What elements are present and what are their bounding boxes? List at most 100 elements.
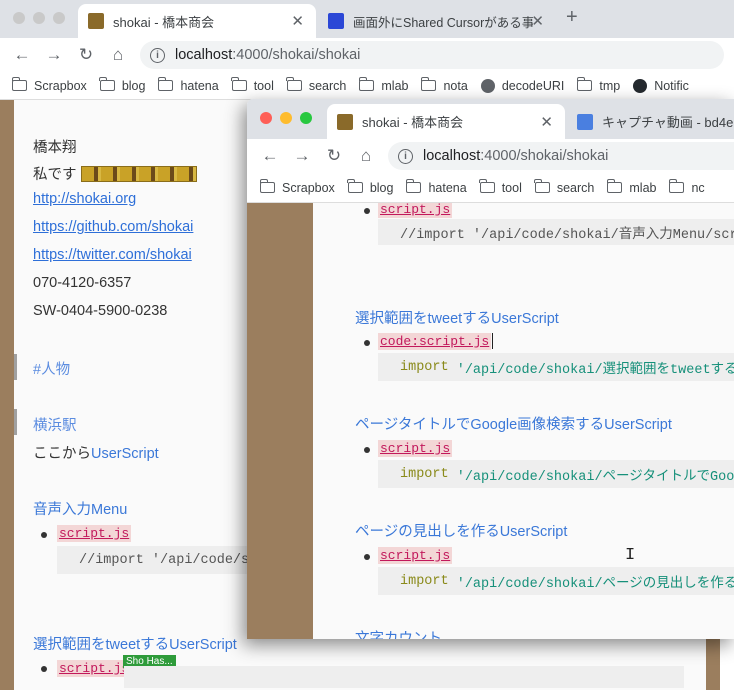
forward-arrow-icon[interactable]: → — [44, 45, 64, 65]
reload-icon[interactable]: ↻ — [76, 45, 96, 65]
tab-shokai[interactable]: shokai - 橋本商会 ✕ — [78, 4, 316, 38]
folder-icon — [606, 179, 623, 193]
line-marker — [14, 409, 17, 435]
bookmark-blog[interactable]: blog — [347, 179, 393, 195]
info-icon[interactable]: i — [150, 47, 165, 63]
back-arrow-icon[interactable]: ← — [260, 146, 280, 166]
bookmark-blog[interactable]: blog — [99, 77, 145, 93]
window-controls — [260, 112, 312, 124]
sw-number: SW-0404-5900-0238 — [33, 303, 168, 319]
close-window-button[interactable] — [260, 112, 272, 124]
minimize-window-button[interactable] — [280, 112, 292, 124]
bookmarks-bar: Scrapbox blog hatena tool search mlab nc — [247, 173, 734, 203]
bookmark-nota[interactable]: nota — [420, 77, 468, 93]
code-block[interactable]: //import '/api/code/s — [57, 546, 247, 574]
code-filename[interactable]: script.js — [57, 660, 132, 677]
bookmark-decodeuri[interactable]: decodeURI — [480, 78, 564, 93]
profile-name: 橋本翔 — [33, 140, 77, 156]
front-browser-window: shokai - 橋本商会 ✕ キャプチャ動画 - bd4e8b8 ← → ↻ … — [247, 99, 734, 639]
reload-icon[interactable]: ↻ — [324, 146, 344, 166]
tab-capture-video[interactable]: キャプチャ動画 - bd4e8b8 — [567, 104, 734, 139]
minimize-window-button[interactable] — [33, 12, 45, 24]
bookmark-mlab[interactable]: mlab — [358, 77, 408, 93]
code-block — [124, 666, 684, 688]
maximize-window-button[interactable] — [300, 112, 312, 124]
bookmark-tool[interactable]: tool — [479, 179, 522, 195]
shokai-favicon-icon — [88, 13, 104, 29]
address-bar[interactable]: i localhost:4000/shokai/shokai — [388, 142, 734, 170]
folder-icon — [358, 77, 375, 91]
new-tab-icon[interactable]: + — [566, 6, 578, 29]
section-title: ページタイトルでGoogle画像検索するUserScript — [355, 417, 672, 433]
bookmark-nc[interactable]: nc — [668, 179, 705, 195]
bookmark-hatena[interactable]: hatena — [157, 77, 219, 93]
close-tab-icon[interactable]: ✕ — [291, 12, 304, 30]
bookmark-mlab[interactable]: mlab — [606, 179, 656, 195]
browser-toolbar: ← → ↻ ⌂ i localhost:4000/shokai/shokai — [0, 38, 734, 72]
folder-icon — [668, 179, 685, 193]
info-icon[interactable]: i — [398, 148, 413, 164]
userscript-link[interactable]: UserScript — [91, 446, 159, 462]
code-filename[interactable]: script.js — [378, 203, 453, 218]
code-block[interactable]: import '/api/code/shokai/ページタイトルでGoog — [378, 460, 734, 488]
tag-link[interactable]: #人物 — [33, 362, 70, 378]
bullet — [364, 554, 370, 560]
bookmark-tmp[interactable]: tmp — [576, 77, 620, 93]
tab-title: 画面外にShared Cursorがある事を — [353, 15, 533, 30]
page-content: script.js //import '/api/code/shokai/音声入… — [247, 203, 734, 639]
address-bar[interactable]: i localhost:4000/shokai/shokai — [140, 41, 724, 69]
city-link[interactable]: 横浜駅 — [33, 418, 77, 434]
url-host: localhost — [175, 47, 233, 63]
code-block[interactable]: //import '/api/code/shokai/音声入力Menu/scr — [378, 219, 734, 245]
link-blog[interactable]: http://shokai.org — [33, 191, 136, 207]
shokai-favicon-icon — [337, 113, 353, 130]
bookmark-notific[interactable]: Notific — [633, 78, 689, 93]
folder-icon — [347, 179, 363, 193]
forward-arrow-icon[interactable]: → — [292, 146, 312, 166]
phone-number: 070-4120-6357 — [33, 275, 132, 291]
section-title: 文字カウント — [355, 631, 442, 639]
folder-icon — [286, 77, 302, 91]
bookmark-search[interactable]: search — [286, 77, 346, 93]
close-tab-icon[interactable]: ✕ — [531, 12, 544, 30]
bullet — [364, 208, 370, 214]
close-window-button[interactable] — [13, 12, 25, 24]
maximize-window-button[interactable] — [53, 12, 65, 24]
folder-icon — [99, 77, 115, 91]
globe-icon — [480, 78, 495, 93]
link-twitter[interactable]: https://twitter.com/shokai — [33, 247, 192, 263]
url-host: localhost — [423, 148, 481, 164]
bullet — [41, 532, 47, 538]
back-arrow-icon[interactable]: ← — [12, 45, 32, 65]
link-github[interactable]: https://github.com/shokai — [33, 219, 193, 235]
folder-icon — [231, 77, 247, 91]
tab-shared-cursor[interactable]: 画面外にShared Cursorがある事を ✕ — [318, 4, 556, 38]
line-marker — [14, 354, 17, 380]
folder-icon — [479, 179, 495, 193]
tab-title: キャプチャ動画 - bd4e8b8 — [602, 115, 734, 130]
code-filename[interactable]: script.js — [57, 525, 132, 542]
github-icon — [633, 78, 648, 93]
bookmark-scrapbox[interactable]: Scrapbox — [259, 179, 335, 195]
home-icon[interactable]: ⌂ — [108, 45, 128, 65]
bullet — [364, 447, 370, 453]
bullet — [41, 666, 47, 672]
code-block[interactable]: import '/api/code/shokai/ページの見出しを作るU — [378, 567, 734, 595]
code-block[interactable]: import '/api/code/shokai/選択範囲をtweetする — [378, 353, 734, 381]
avatar-images-icon — [80, 166, 197, 182]
browser-toolbar: ← → ↻ ⌂ i localhost:4000/shokai/shokai — [247, 139, 734, 173]
home-icon[interactable]: ⌂ — [356, 146, 376, 166]
bookmark-tool[interactable]: tool — [231, 77, 274, 93]
code-filename[interactable]: code:script.js — [378, 333, 492, 350]
text-cursor-icon: I — [625, 546, 636, 565]
sidebar-strip — [0, 100, 14, 690]
bookmark-scrapbox[interactable]: Scrapbox — [11, 77, 87, 93]
code-filename[interactable]: script.js — [378, 547, 453, 564]
folder-icon — [576, 77, 593, 91]
tab-shokai[interactable]: shokai - 橋本商会 ✕ — [327, 104, 565, 139]
bookmark-search[interactable]: search — [534, 179, 594, 195]
code-filename[interactable]: script.js — [378, 440, 453, 457]
section-title: ページの見出しを作るUserScript — [355, 524, 568, 540]
close-tab-icon[interactable]: ✕ — [540, 113, 553, 131]
bookmark-hatena[interactable]: hatena — [405, 179, 467, 195]
